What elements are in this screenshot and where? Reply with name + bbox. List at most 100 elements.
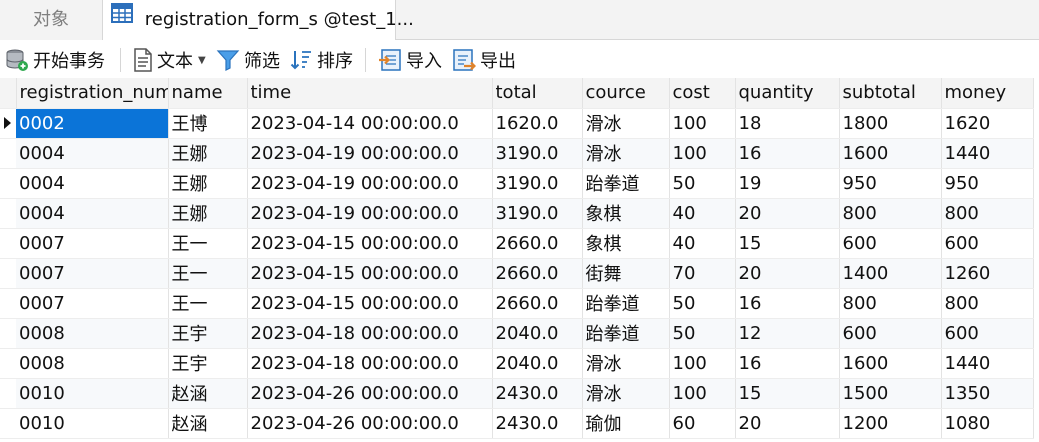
table-cell[interactable]: 王娜 — [168, 168, 248, 199]
table-cell[interactable]: 1350 — [941, 378, 1034, 409]
row-marker[interactable] — [0, 168, 16, 199]
text-view-button[interactable]: 文本 ▼ — [133, 40, 206, 80]
column-header-cource[interactable]: cource — [582, 78, 670, 109]
table-cell[interactable]: 1620.0 — [492, 108, 583, 139]
table-cell[interactable]: 0010 — [16, 378, 169, 409]
column-header-money[interactable]: money — [941, 78, 1034, 109]
table-row[interactable]: 0008 王宇 2023-04-18 00:00:00.0 2040.0 跆拳道 50 12… — [0, 318, 1034, 349]
row-marker[interactable] — [0, 408, 16, 439]
table-cell[interactable]: 1600 — [839, 138, 942, 169]
table-cell[interactable]: 1500 — [839, 378, 942, 409]
table-cell[interactable]: 100 — [669, 138, 736, 169]
table-cell[interactable]: 象棋 — [582, 228, 670, 259]
table-cell[interactable]: 2023-04-15 00:00:00.0 — [247, 288, 493, 319]
table-cell[interactable]: 2023-04-18 00:00:00.0 — [247, 318, 493, 349]
row-marker[interactable] — [0, 288, 16, 319]
table-cell[interactable]: 20 — [735, 198, 840, 229]
tab-registration-form[interactable]: registration_form_s @test_1... — [102, 0, 414, 40]
table-cell[interactable]: 跆拳道 — [582, 168, 670, 199]
table-cell[interactable]: 跆拳道 — [582, 318, 670, 349]
table-cell[interactable]: 50 — [669, 288, 736, 319]
table-cell[interactable]: 王宇 — [168, 318, 248, 349]
table-cell[interactable]: 滑冰 — [582, 348, 670, 379]
column-header-name[interactable]: name — [168, 78, 248, 109]
table-cell[interactable]: 2023-04-19 00:00:00.0 — [247, 198, 493, 229]
table-cell[interactable]: 王一 — [168, 258, 248, 289]
table-cell[interactable]: 950 — [941, 168, 1034, 199]
table-cell[interactable]: 800 — [839, 198, 942, 229]
table-cell[interactable]: 800 — [839, 288, 942, 319]
table-cell[interactable]: 0004 — [16, 198, 169, 229]
table-cell[interactable]: 3190.0 — [492, 138, 583, 169]
row-marker[interactable] — [0, 108, 16, 139]
table-cell[interactable]: 0010 — [16, 408, 169, 439]
table-cell[interactable]: 50 — [669, 318, 736, 349]
table-cell[interactable]: 2023-04-14 00:00:00.0 — [247, 108, 493, 139]
table-cell[interactable]: 2023-04-19 00:00:00.0 — [247, 168, 493, 199]
table-row[interactable]: 0008 王宇 2023-04-18 00:00:00.0 2040.0 滑冰 100 16… — [0, 348, 1034, 379]
table-cell[interactable]: 2023-04-18 00:00:00.0 — [247, 348, 493, 379]
table-row[interactable]: 0002 王博 2023-04-14 00:00:00.0 1620.0 滑冰 100 18… — [0, 108, 1034, 139]
table-cell[interactable]: 跆拳道 — [582, 288, 670, 319]
table-cell[interactable]: 街舞 — [582, 258, 670, 289]
table-cell[interactable]: 100 — [669, 378, 736, 409]
table-cell[interactable]: 1440 — [941, 348, 1034, 379]
row-marker[interactable] — [0, 138, 16, 169]
export-button[interactable]: 导出 — [452, 40, 516, 80]
table-cell[interactable]: 1600 — [839, 348, 942, 379]
table-cell[interactable]: 100 — [669, 348, 736, 379]
row-marker[interactable] — [0, 378, 16, 409]
table-row[interactable]: 0004 王娜 2023-04-19 00:00:00.0 3190.0 滑冰 100 16… — [0, 138, 1034, 169]
begin-transaction-button[interactable]: 开始事务 — [5, 40, 105, 80]
table-cell[interactable]: 600 — [941, 228, 1034, 259]
table-cell[interactable]: 1400 — [839, 258, 942, 289]
column-header-total[interactable]: total — [492, 78, 583, 109]
table-cell[interactable]: 0004 — [16, 138, 169, 169]
table-cell[interactable]: 3190.0 — [492, 198, 583, 229]
table-cell[interactable]: 70 — [669, 258, 736, 289]
column-header-quantity[interactable]: quantity — [735, 78, 840, 109]
table-cell[interactable]: 800 — [941, 288, 1034, 319]
table-cell[interactable]: 0008 — [16, 318, 169, 349]
table-cell[interactable]: 1800 — [839, 108, 942, 139]
table-cell[interactable]: 0004 — [16, 168, 169, 199]
table-cell[interactable]: 2430.0 — [492, 378, 583, 409]
table-cell[interactable]: 2040.0 — [492, 348, 583, 379]
table-cell[interactable]: 1200 — [839, 408, 942, 439]
table-row[interactable]: 0007 王一 2023-04-15 00:00:00.0 2660.0 街舞 70 20 1… — [0, 258, 1034, 289]
table-cell[interactable]: 800 — [941, 198, 1034, 229]
table-cell[interactable]: 12 — [735, 318, 840, 349]
row-marker[interactable] — [0, 258, 16, 289]
table-cell[interactable]: 1620 — [941, 108, 1034, 139]
table-cell[interactable]: 19 — [735, 168, 840, 199]
table-cell[interactable]: 16 — [735, 288, 840, 319]
table-cell[interactable]: 王一 — [168, 228, 248, 259]
table-row[interactable]: 0007 王一 2023-04-15 00:00:00.0 2660.0 象棋 40 15 6… — [0, 228, 1034, 259]
table-cell[interactable]: 18 — [735, 108, 840, 139]
table-cell[interactable]: 0007 — [16, 258, 169, 289]
table-row[interactable]: 0010 赵涵 2023-04-26 00:00:00.0 2430.0 瑜伽 60 20 1… — [0, 408, 1034, 439]
table-row[interactable]: 0004 王娜 2023-04-19 00:00:00.0 3190.0 跆拳道 50 19… — [0, 168, 1034, 199]
table-cell[interactable]: 0007 — [16, 288, 169, 319]
row-marker[interactable] — [0, 228, 16, 259]
table-cell[interactable]: 滑冰 — [582, 108, 670, 139]
column-header-subtotal[interactable]: subtotal — [839, 78, 942, 109]
table-cell[interactable]: 1260 — [941, 258, 1034, 289]
table-cell[interactable]: 60 — [669, 408, 736, 439]
table-cell[interactable]: 王宇 — [168, 348, 248, 379]
table-cell[interactable]: 2040.0 — [492, 318, 583, 349]
table-cell[interactable]: 15 — [735, 228, 840, 259]
table-cell[interactable]: 王博 — [168, 108, 248, 139]
table-cell[interactable]: 3190.0 — [492, 168, 583, 199]
table-cell[interactable]: 滑冰 — [582, 378, 670, 409]
row-marker[interactable] — [0, 198, 16, 229]
column-header-cost[interactable]: cost — [669, 78, 736, 109]
column-header-time[interactable]: time — [247, 78, 493, 109]
table-cell[interactable]: 16 — [735, 348, 840, 379]
table-cell[interactable]: 2023-04-19 00:00:00.0 — [247, 138, 493, 169]
table-cell[interactable]: 2023-04-15 00:00:00.0 — [247, 228, 493, 259]
table-cell[interactable]: 2660.0 — [492, 288, 583, 319]
table-cell[interactable]: 40 — [669, 198, 736, 229]
table-cell[interactable]: 15 — [735, 378, 840, 409]
column-header-registration-num[interactable]: registration_num — [16, 78, 169, 109]
